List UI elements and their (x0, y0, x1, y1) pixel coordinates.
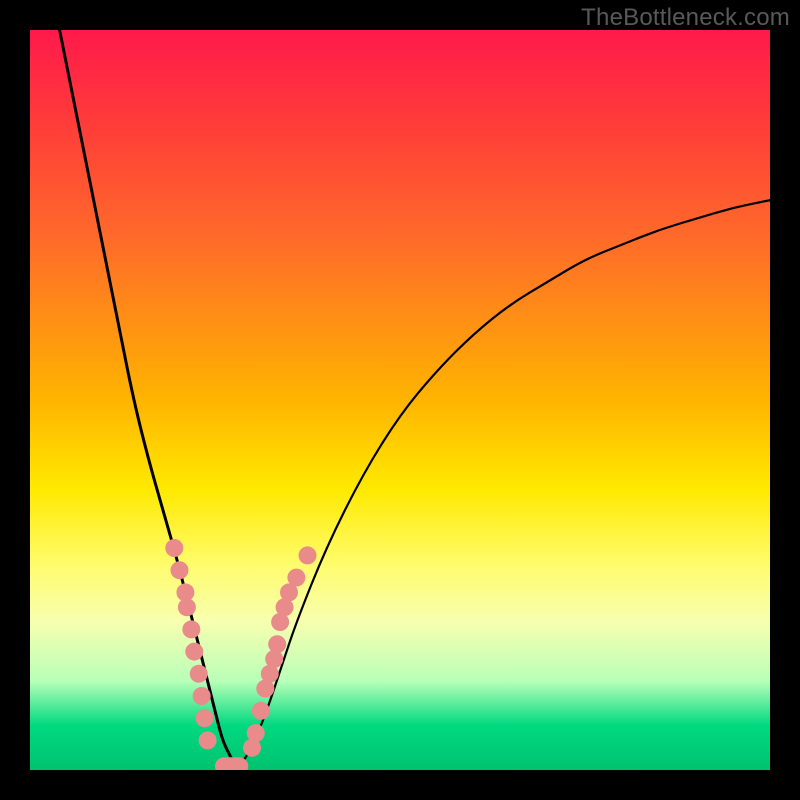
data-marker (299, 546, 317, 564)
chart-svg (30, 30, 770, 770)
data-marker (252, 702, 270, 720)
data-marker (265, 650, 283, 668)
data-marker (170, 561, 188, 579)
left-curve (60, 30, 238, 770)
chart-frame: TheBottleneck.com (0, 0, 800, 800)
data-marker (178, 598, 196, 616)
data-marker (196, 709, 214, 727)
plot-area (30, 30, 770, 770)
data-marker (193, 687, 211, 705)
data-marker (268, 635, 286, 653)
data-marker (185, 643, 203, 661)
curve-layer (60, 30, 770, 770)
data-marker (190, 665, 208, 683)
data-marker (247, 724, 265, 742)
data-marker (182, 620, 200, 638)
marker-layer (165, 539, 316, 770)
bottom-marker-bar (215, 757, 248, 770)
watermark-label: TheBottleneck.com (581, 4, 790, 32)
right-curve (237, 200, 770, 770)
data-marker (287, 569, 305, 587)
data-marker (199, 731, 217, 749)
data-marker (165, 539, 183, 557)
